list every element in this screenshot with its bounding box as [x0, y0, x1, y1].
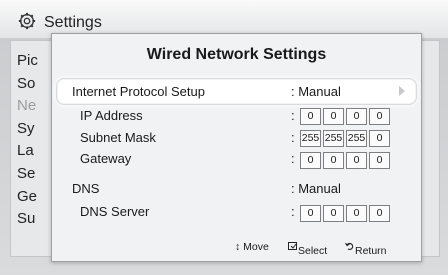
ip-address-octet-2[interactable]: 0	[323, 108, 344, 125]
move-hint: ↕ Move	[235, 241, 269, 253]
dialog-title: Wired Network Settings	[146, 46, 327, 63]
dns-row[interactable]: DNS : Manual	[72, 181, 412, 197]
dns-server-octet-1[interactable]: 0	[300, 205, 321, 222]
dns-server-row: DNS Server : 0 0 0 0	[80, 204, 420, 222]
gateway-colon: :	[291, 151, 295, 166]
dialog-footer: ↕ Move Select Return	[52, 237, 421, 257]
gateway-label: Gateway	[80, 151, 132, 166]
gateway-octet-2[interactable]: 0	[323, 152, 344, 169]
subnet-mask-octet-4[interactable]: 0	[369, 130, 390, 147]
gateway-row: Gateway : 0 0 0 0	[80, 151, 420, 169]
ip-address-label: IP Address	[80, 108, 143, 123]
ip-address-colon: :	[291, 108, 295, 123]
wired-network-settings-dialog: Wired Network Settings Internet Protocol…	[51, 33, 422, 262]
internet-protocol-setup-value: : Manual	[291, 84, 341, 99]
subnet-mask-row: Subnet Mask : 255 255 255 0	[80, 130, 420, 147]
subnet-mask-colon: :	[291, 130, 295, 145]
gateway-octet-4[interactable]: 0	[369, 152, 390, 169]
ip-address-row: IP Address : 0 0 0 0	[80, 108, 420, 125]
subnet-mask-label: Subnet Mask	[80, 130, 156, 145]
ip-address-octet-1[interactable]: 0	[300, 108, 321, 125]
dns-server-label: DNS Server	[80, 204, 150, 219]
gateway-octet-1[interactable]: 0	[300, 152, 321, 169]
dns-server-colon: :	[291, 204, 295, 219]
dns-value: : Manual	[291, 181, 341, 196]
settings-title: Settings	[44, 14, 102, 31]
internet-protocol-setup: Internet Protocol Setup : Manual	[72, 84, 412, 100]
subnet-mask-octet-3[interactable]: 255	[346, 130, 367, 147]
subnet-mask-octet-2[interactable]: 255	[323, 130, 344, 147]
return-hint: Return	[345, 241, 387, 257]
ip-address-octet-4[interactable]: 0	[369, 108, 390, 125]
return-arrow-icon	[345, 242, 354, 251]
select-key-icon	[288, 242, 297, 250]
gear-icon	[18, 12, 36, 30]
ip-address-octet-3[interactable]: 0	[346, 108, 367, 125]
subnet-mask-octet-1[interactable]: 255	[300, 130, 321, 147]
dns-server-octet-4[interactable]: 0	[369, 205, 390, 222]
dns-label: DNS	[72, 181, 100, 196]
dns-server-octet-2[interactable]: 0	[323, 205, 344, 222]
gateway-octet-3[interactable]: 0	[346, 152, 367, 169]
select-hint: Select	[288, 241, 327, 257]
internet-protocol-setup-label: Internet Protocol Setup	[72, 84, 205, 99]
return-hint-label: Return	[355, 245, 387, 257]
dns-server-octet-3[interactable]: 0	[346, 205, 367, 222]
select-hint-label: Select	[298, 245, 328, 257]
